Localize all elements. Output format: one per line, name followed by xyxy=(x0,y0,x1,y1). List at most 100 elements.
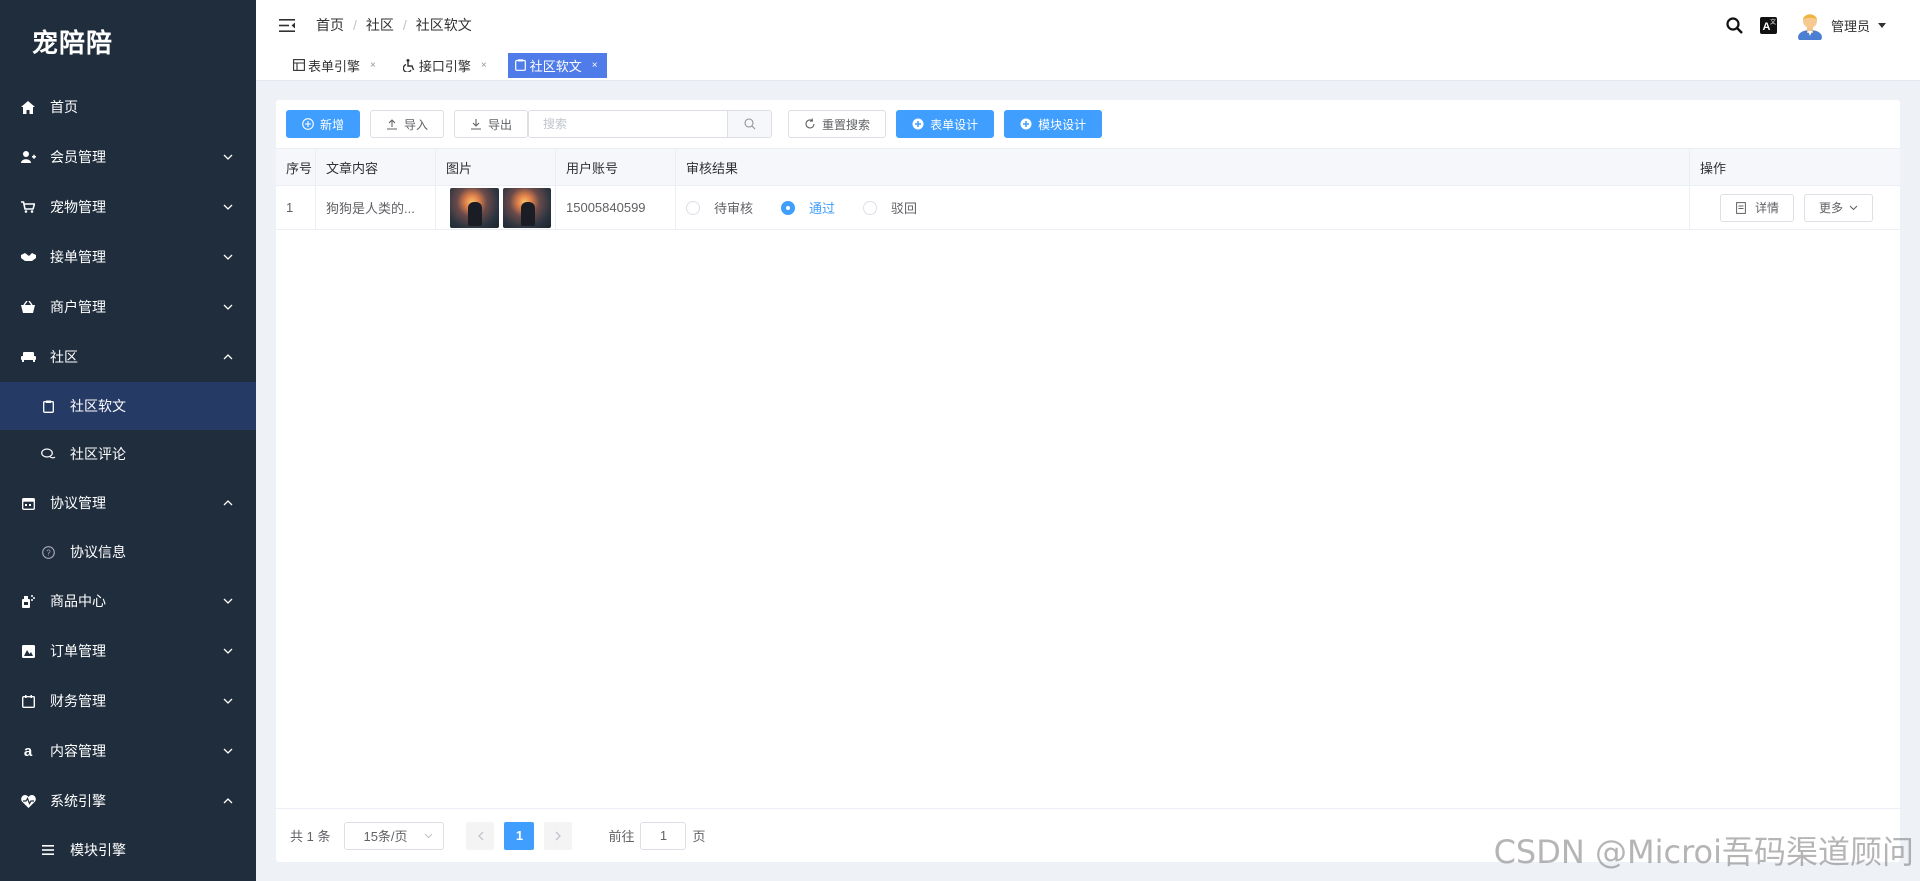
language-icon[interactable]: A文 xyxy=(1759,15,1779,35)
goto-label: 前往 xyxy=(608,829,635,844)
caret-down-icon[interactable] xyxy=(1878,22,1886,28)
breadcrumb-separator: / xyxy=(402,17,407,33)
chevron-down-icon xyxy=(222,251,234,263)
chevron-down-icon xyxy=(222,301,234,313)
post-thumbnail[interactable] xyxy=(502,187,551,228)
goto-page-input[interactable] xyxy=(640,821,687,850)
user-name[interactable]: 管理员 xyxy=(1831,16,1870,35)
column-header: 文章内容 xyxy=(316,149,436,185)
breadcrumb-community[interactable]: 社区 xyxy=(366,15,394,35)
sidebar-item-orders-accept[interactable]: 接单管理 xyxy=(0,232,256,282)
sidebar-item-merchants[interactable]: 商户管理 xyxy=(0,282,256,332)
calendar-blank-icon xyxy=(20,693,36,709)
next-page-button[interactable] xyxy=(544,821,573,850)
export-button[interactable]: 导出 xyxy=(454,110,529,138)
review-option-pending[interactable]: 待审核 xyxy=(686,198,753,217)
sidebar-item-home[interactable]: 首页 xyxy=(0,82,256,132)
amazon-icon: a xyxy=(20,743,36,759)
sidebar-item-system-engine[interactable]: 系统引擎 xyxy=(0,776,256,826)
plus-circle-icon xyxy=(302,118,314,130)
sidebar: 宠陪陪 首页 会员管理 宠物管理 接单管理 商户管理 社区 社区软文 社区评论 … xyxy=(0,0,256,881)
import-button-label: 导入 xyxy=(404,117,429,132)
question-icon: ? xyxy=(40,544,56,560)
tab-form-engine[interactable]: 表单引擎 × xyxy=(286,53,385,78)
close-icon[interactable]: × xyxy=(481,60,487,71)
row-account: 15005840599 xyxy=(556,186,676,229)
data-table: 序号 文章内容 图片 用户账号 审核结果 操作 1 狗狗是人类的... 1500… xyxy=(276,148,1900,230)
close-icon[interactable]: × xyxy=(370,60,376,71)
radio-dot xyxy=(781,200,796,215)
sidebar-item-order-management[interactable]: 订单管理 xyxy=(0,626,256,676)
search-icon[interactable] xyxy=(1725,15,1745,35)
table-row[interactable]: 1 狗狗是人类的... 15005840599 待审核 通过 驳回 详情 更多 xyxy=(276,186,1900,230)
reset-search-button-label: 重置搜索 xyxy=(822,117,871,132)
clipboard-icon xyxy=(514,59,527,72)
download-icon xyxy=(470,118,482,130)
sidebar-menu: 首页 会员管理 宠物管理 接单管理 商户管理 社区 社区软文 社区评论 协议管理… xyxy=(0,82,256,874)
post-thumbnail[interactable] xyxy=(450,187,499,228)
basket-icon xyxy=(20,299,36,315)
search-input[interactable] xyxy=(528,110,729,138)
toolbar: 新增 导入 导出 重置搜索 表单设计 模块设计 xyxy=(286,110,1112,138)
more-button[interactable]: 更多 xyxy=(1804,193,1874,222)
search-button[interactable] xyxy=(728,110,773,138)
radio-dot xyxy=(686,200,700,215)
sidebar-item-members[interactable]: 会员管理 xyxy=(0,132,256,182)
sidebar-item-label: 宠物管理 xyxy=(50,199,106,215)
module-design-button-label: 模块设计 xyxy=(1038,117,1087,132)
tab-label: 社区软文 xyxy=(529,58,582,74)
add-button[interactable]: 新增 xyxy=(286,110,361,138)
prev-page-button[interactable] xyxy=(466,821,495,850)
column-header: 操作 xyxy=(1700,160,1727,176)
sidebar-item-agreements[interactable]: 协议管理 xyxy=(0,478,256,528)
detail-button-label: 详情 xyxy=(1755,201,1780,215)
detail-button[interactable]: 详情 xyxy=(1720,193,1795,222)
sidebar-item-community-posts[interactable]: 社区软文 xyxy=(0,382,256,430)
row-images xyxy=(436,186,556,229)
module-design-button[interactable]: 模块设计 xyxy=(1004,110,1103,138)
home-icon xyxy=(20,99,36,115)
chevron-down-icon xyxy=(222,645,234,657)
sidebar-item-pets[interactable]: 宠物管理 xyxy=(0,182,256,232)
review-option-approved[interactable]: 通过 xyxy=(781,198,835,217)
reset-search-button[interactable]: 重置搜索 xyxy=(788,110,887,138)
list-icon xyxy=(40,842,56,858)
form-design-button[interactable]: 表单设计 xyxy=(896,110,995,138)
table-header: 序号 文章内容 图片 用户账号 审核结果 操作 xyxy=(276,148,1900,186)
tab-label: 表单引擎 xyxy=(308,58,361,74)
sidebar-item-content[interactable]: a 内容管理 xyxy=(0,726,256,776)
avatar[interactable] xyxy=(1797,10,1823,40)
close-icon[interactable]: × xyxy=(592,60,598,71)
tab-api-engine[interactable]: 接口引擎 × xyxy=(397,53,496,78)
chevron-down-icon xyxy=(222,695,234,707)
review-option-rejected[interactable]: 驳回 xyxy=(863,198,917,217)
sidebar-item-agreement-info[interactable]: ? 协议信息 xyxy=(0,528,256,576)
row-content: 狗狗是人类的... xyxy=(316,186,436,229)
chevron-left-icon xyxy=(478,831,484,840)
breadcrumb-home[interactable]: 首页 xyxy=(316,15,344,35)
bottle-icon xyxy=(20,593,36,609)
sidebar-item-finance[interactable]: 财务管理 xyxy=(0,676,256,726)
chevron-down-icon xyxy=(222,745,234,757)
breadcrumb: 首页 / 社区 / 社区软文 xyxy=(316,15,472,35)
tab-community-posts[interactable]: 社区软文 × xyxy=(507,52,607,78)
chevron-down-icon xyxy=(222,151,234,163)
sidebar-item-community[interactable]: 社区 xyxy=(0,332,256,382)
page-number-current[interactable]: 1 xyxy=(504,821,535,850)
collapse-menu-icon[interactable] xyxy=(278,17,296,33)
upload-icon xyxy=(386,118,398,130)
page-size-select[interactable]: 15条/页 xyxy=(344,821,445,850)
sidebar-item-label: 接单管理 xyxy=(50,249,106,265)
sidebar-item-module-engine[interactable]: 模块引擎 xyxy=(0,826,256,874)
sidebar-item-label: 模块引擎 xyxy=(70,842,126,858)
sidebar-item-community-comments[interactable]: 社区评论 xyxy=(0,430,256,478)
app-logo[interactable]: 宠陪陪 xyxy=(0,0,256,82)
chevron-down-icon xyxy=(222,595,234,607)
svg-text:文: 文 xyxy=(1770,18,1776,26)
column-header: 序号 xyxy=(276,149,316,185)
import-button[interactable]: 导入 xyxy=(370,110,445,138)
search-group xyxy=(528,110,773,138)
more-button-label: 更多 xyxy=(1819,201,1844,215)
pagination-total: 共 1 条 xyxy=(290,829,331,844)
sidebar-item-products[interactable]: 商品中心 xyxy=(0,576,256,626)
